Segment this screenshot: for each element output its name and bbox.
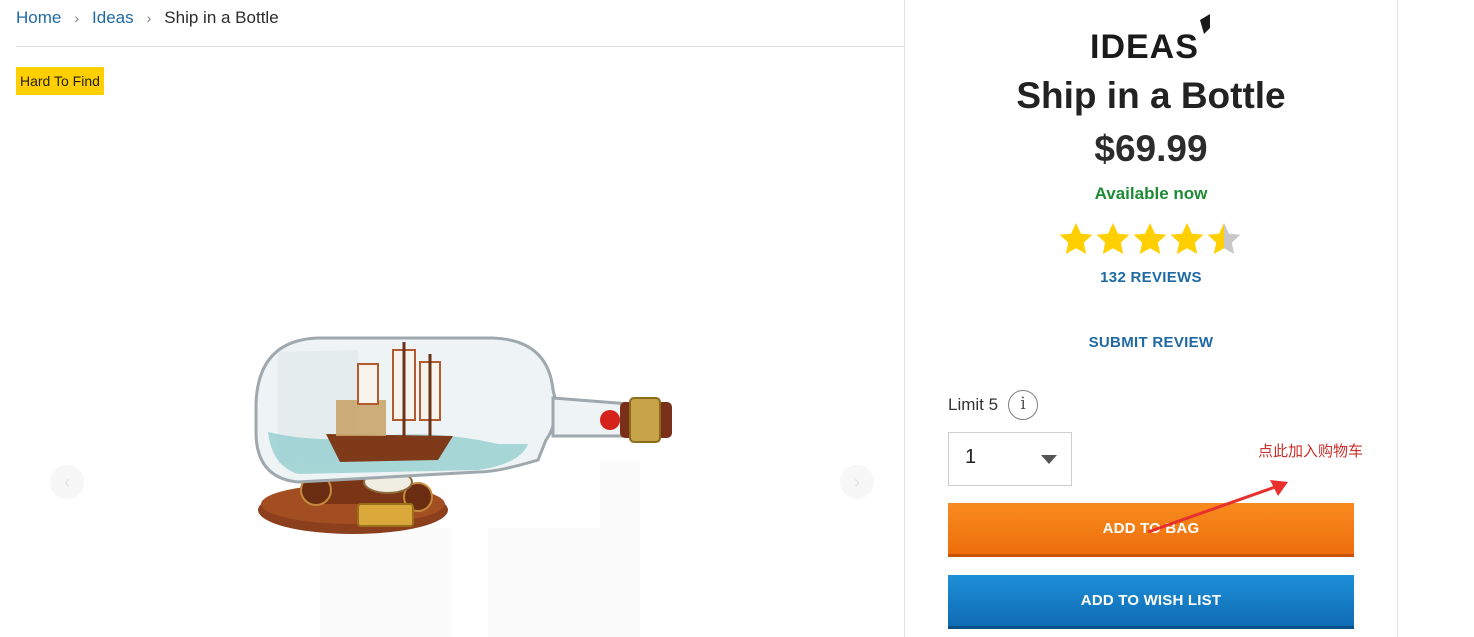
caret-down-icon [1041,455,1057,464]
purchase-limit: Limit 5 i [948,390,1039,420]
submit-review-link[interactable]: SUBMIT REVIEW [905,334,1397,351]
star-rating[interactable] [1058,221,1242,257]
panel-divider-right [1397,0,1398,637]
breadcrumb-divider [16,46,904,47]
info-icon[interactable]: i [1008,390,1039,420]
product-price: $69.99 [1094,128,1208,169]
quantity-select[interactable]: 1 [948,432,1072,486]
hard-to-find-badge: Hard To Find [16,67,104,95]
product-title: Ship in a Bottle [1016,75,1286,116]
star-icon [1096,223,1130,254]
star-icon [1133,223,1167,254]
annotation-note: 点此加入购物车 [1258,442,1364,460]
gallery-next-button[interactable]: › [840,465,874,499]
add-to-wish-list-button[interactable]: ADD TO WISH LIST [948,575,1354,629]
add-to-bag-button[interactable]: ADD TO BAG [948,503,1354,557]
reviews-link[interactable]: 132 REVIEWS [905,269,1397,286]
star-icon [1207,223,1241,254]
chevron-right-icon: › [854,472,860,492]
star-icon [1170,223,1204,254]
breadcrumb-ideas-link[interactable]: Ideas [92,8,134,28]
chevron-right-icon: › [74,10,80,26]
chevron-left-icon: ‹ [64,472,70,492]
breadcrumb-home-link[interactable]: Home [16,8,61,28]
availability-status: Available now [1094,184,1208,203]
quantity-value: 1 [965,446,977,468]
star-icon [1059,223,1093,254]
limit-label: Limit 5 [948,395,999,414]
ideas-brand-logo[interactable]: IDEAS [1088,12,1214,66]
chevron-right-icon: › [146,10,152,26]
product-gallery: ‹ › [16,110,904,637]
ship-in-bottle-product-image[interactable] [238,332,688,547]
gallery-prev-button[interactable]: ‹ [50,465,84,499]
breadcrumb: Home › Ideas › Ship in a Bottle [16,6,279,30]
ideas-logo-text: IDEAS [1090,28,1199,62]
breadcrumb-current: Ship in a Bottle [164,8,279,27]
